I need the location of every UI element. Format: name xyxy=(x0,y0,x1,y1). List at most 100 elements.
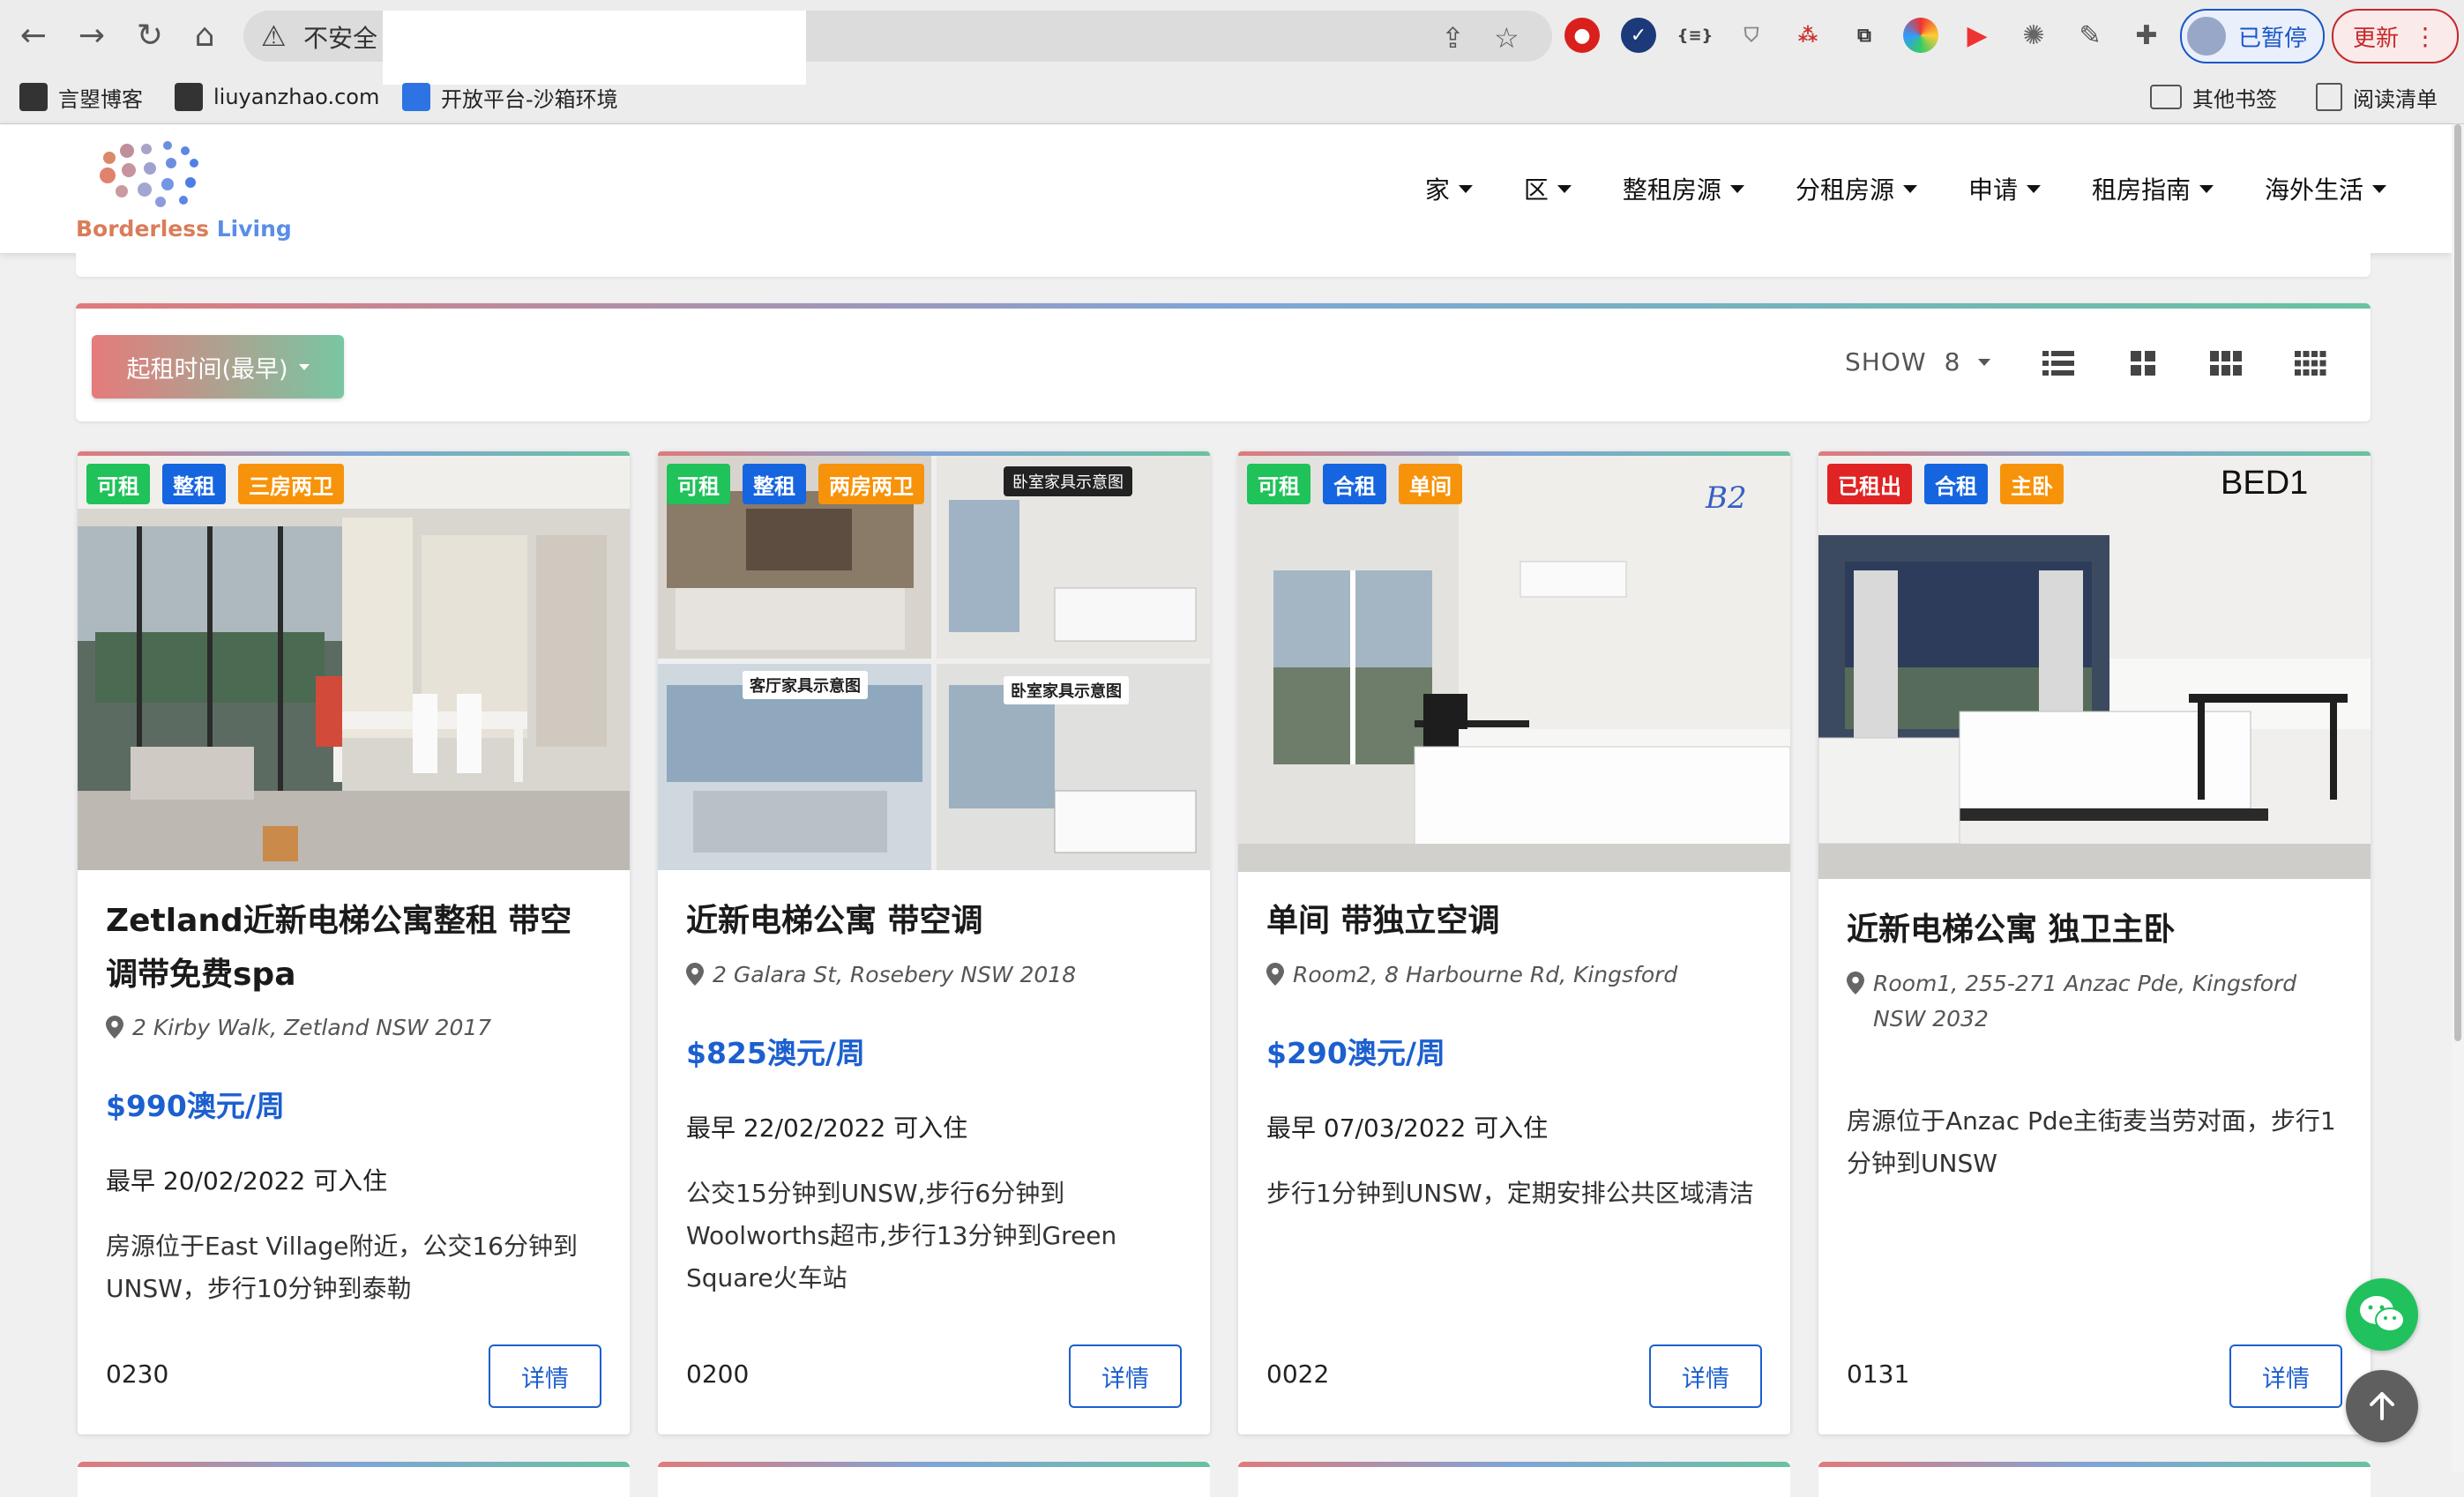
status-badge: 已租出 xyxy=(1827,464,1912,504)
listing-address: Room2, 8 Harbourne Rd, Kingsford xyxy=(1266,957,1764,993)
listing-description: 步行1分钟到UNSW，定期安排公共区域清洁 xyxy=(1266,1179,1754,1208)
forward-icon[interactable]: → xyxy=(72,16,111,55)
filter-bar: 起租时间(最早) SHOW 8 xyxy=(76,303,2371,421)
grid-2-view-icon[interactable] xyxy=(2131,351,2155,376)
extensions-puzzle-icon[interactable]: ✚ xyxy=(2129,18,2164,53)
details-button[interactable]: 详情 xyxy=(489,1344,601,1408)
back-to-top-button[interactable] xyxy=(2346,1370,2418,1442)
avatar xyxy=(2187,17,2226,56)
grid-3-view-icon[interactable] xyxy=(2210,351,2242,376)
listing-card[interactable]: 卧室家具示意图 客厅家具示意图 卧室家具示意图 可租 整租 两房两卫 近新电梯公… xyxy=(658,451,1210,1434)
other-bookmarks[interactable]: 其他书签 xyxy=(2150,78,2277,116)
nav-label: 家 xyxy=(1424,175,1450,205)
nav-item-shared-rent[interactable]: 分租房源 xyxy=(1796,171,1917,206)
back-icon[interactable]: ← xyxy=(14,16,53,55)
details-button[interactable]: 详情 xyxy=(1649,1344,1762,1408)
json-extension-icon[interactable]: {≡} xyxy=(1677,18,1714,53)
update-button[interactable]: 更新 ⋮ xyxy=(2332,9,2459,63)
eyedropper-extension-icon[interactable]: ✎ xyxy=(2072,18,2108,53)
listing-photo[interactable] xyxy=(78,456,630,870)
bookmark-favicon-icon xyxy=(19,83,48,111)
listing-price: $825澳元/周 xyxy=(686,1036,865,1070)
listing-address: Room1, 255-271 Anzac Pde, Kingsford NSW … xyxy=(1847,966,2344,1037)
share-icon[interactable]: ⇪ xyxy=(1441,21,1465,55)
logo-word-borderless: Borderless xyxy=(76,216,210,242)
warning-icon[interactable]: ⚠ xyxy=(261,19,287,53)
reading-list-icon xyxy=(2316,83,2342,111)
address-bar[interactable]: ⚠ 不安全 ⇪ ☆ xyxy=(243,11,1552,85)
status-badge: 可租 xyxy=(86,464,150,504)
photo-label: 卧室家具示意图 xyxy=(1004,466,1132,496)
other-bookmarks-label: 其他书签 xyxy=(2192,86,2277,112)
check-extension-icon[interactable]: ✓ xyxy=(1621,18,1656,53)
nav-item-whole-rent[interactable]: 整租房源 xyxy=(1623,171,1744,206)
nav-item-area[interactable]: 区 xyxy=(1524,171,1572,206)
profile-paused-button[interactable]: 已暂停 xyxy=(2180,9,2325,63)
security-label[interactable]: 不安全 xyxy=(303,19,377,55)
home-icon[interactable]: ⌂ xyxy=(185,16,224,55)
list-view-icon[interactable] xyxy=(2042,351,2074,376)
listing-photo[interactable]: B2 xyxy=(1238,456,1790,872)
nav-item-apply[interactable]: 申请 xyxy=(1968,171,2041,206)
bookmark-item[interactable]: 开放平台-沙箱环境 xyxy=(402,78,618,116)
site-header: Borderless Living 家 区 整租房源 分租房源 申请 租房指南 … xyxy=(0,124,2452,253)
available-date: 最早 07/03/2022 可入住 xyxy=(1266,1113,1549,1143)
color-extension-icon[interactable] xyxy=(1903,18,1938,53)
puzzle-box-extension-icon[interactable]: ⧉ xyxy=(1847,18,1882,53)
listing-card[interactable]: BED1 已租出 合租 主卧 近新电梯公寓 独卫主卧 Room1, 255-27… xyxy=(1818,451,2371,1434)
play-extension-icon[interactable]: ▶ xyxy=(1960,18,1995,53)
nav-item-home[interactable]: 家 xyxy=(1425,171,1473,206)
gradient-accent xyxy=(76,303,2371,309)
reload-icon[interactable]: ↻ xyxy=(131,16,169,55)
listing-description: 房源位于East Village附近，公交16分钟到UNSW，步行10分钟到泰勒 xyxy=(106,1232,578,1303)
scrollbar-thumb[interactable] xyxy=(2454,124,2461,1041)
listing-title[interactable]: 近新电梯公寓 带空调 xyxy=(686,894,1182,948)
folder-icon xyxy=(2150,85,2182,109)
logo-dots-icon xyxy=(100,141,198,207)
listing-card-next-row xyxy=(78,1462,630,1497)
show-count-dropdown[interactable]: SHOW 8 xyxy=(1845,347,1991,376)
listing-photo[interactable]: 卧室家具示意图 客厅家具示意图 卧室家具示意图 xyxy=(658,456,1210,870)
bookmark-item[interactable]: liuyanzhao.com xyxy=(175,78,379,116)
arrow-up-icon xyxy=(2370,1392,2394,1420)
type-badge: 合租 xyxy=(1924,464,1988,504)
rooms-badge: 主卧 xyxy=(2000,464,2064,504)
details-button[interactable]: 详情 xyxy=(1069,1344,1182,1408)
bookmark-item[interactable]: 言曌博客 xyxy=(19,78,143,116)
gradient-accent xyxy=(78,1462,630,1467)
sort-dropdown[interactable]: 起租时间(最早) xyxy=(92,335,344,398)
adblock-extension-icon[interactable]: ● xyxy=(1564,18,1600,53)
listing-badges: 可租 整租 三房两卫 xyxy=(86,464,344,504)
listing-card[interactable]: 可租 整租 三房两卫 Zetland近新电梯公寓整租 带空调带免费spa 2 K… xyxy=(78,451,630,1434)
listing-title[interactable]: 单间 带独立空调 xyxy=(1266,894,1762,948)
bookmarks-bar: 言曌博客 liuyanzhao.com 开放平台-沙箱环境 其他书签 阅读清单 xyxy=(0,72,2464,123)
update-label: 更新 xyxy=(2352,25,2399,52)
listing-title[interactable]: 近新电梯公寓 独卫主卧 xyxy=(1847,903,2342,957)
living-room-photo xyxy=(78,456,630,870)
gradient-accent xyxy=(1818,1462,2371,1467)
nav-item-overseas-life[interactable]: 海外生活 xyxy=(2265,171,2386,206)
wechat-button[interactable] xyxy=(2346,1278,2418,1351)
listing-photo[interactable]: BED1 xyxy=(1818,456,2371,879)
network-extension-icon[interactable]: ⁂ xyxy=(1790,18,1826,53)
nav-label: 区 xyxy=(1523,175,1549,205)
grid-4-view-icon[interactable] xyxy=(2295,351,2326,376)
site-logo[interactable]: Borderless Living xyxy=(76,133,292,243)
nav-item-rental-guide[interactable]: 租房指南 xyxy=(2092,171,2214,206)
star-icon[interactable]: ☆ xyxy=(1494,21,1519,55)
reading-list[interactable]: 阅读清单 xyxy=(2316,78,2438,116)
listing-card-next-row xyxy=(1238,1462,1790,1497)
page-scrollbar[interactable] xyxy=(2452,124,2464,1472)
listing-code: 0131 xyxy=(1847,1359,1910,1389)
map-pin-icon xyxy=(686,963,704,986)
listing-badges: 已租出 合租 主卧 xyxy=(1827,464,2064,504)
listing-title[interactable]: Zetland近新电梯公寓整租 带空调带免费spa xyxy=(106,894,601,1002)
nav-label: 申请 xyxy=(1967,175,2018,205)
film-extension-icon[interactable]: ✺ xyxy=(2016,18,2051,53)
details-button[interactable]: 详情 xyxy=(2229,1344,2342,1408)
listing-card[interactable]: B2 可租 合租 单间 单间 带独立空调 Room2, 8 Harbourne … xyxy=(1238,451,1790,1434)
shield-extension-icon[interactable]: ⛉ xyxy=(1734,18,1769,53)
pause-label: 已暂停 xyxy=(2238,25,2308,52)
listing-address: 2 Galara St, Rosebery NSW 2018 xyxy=(686,957,1183,993)
gradient-accent xyxy=(1238,1462,1790,1467)
